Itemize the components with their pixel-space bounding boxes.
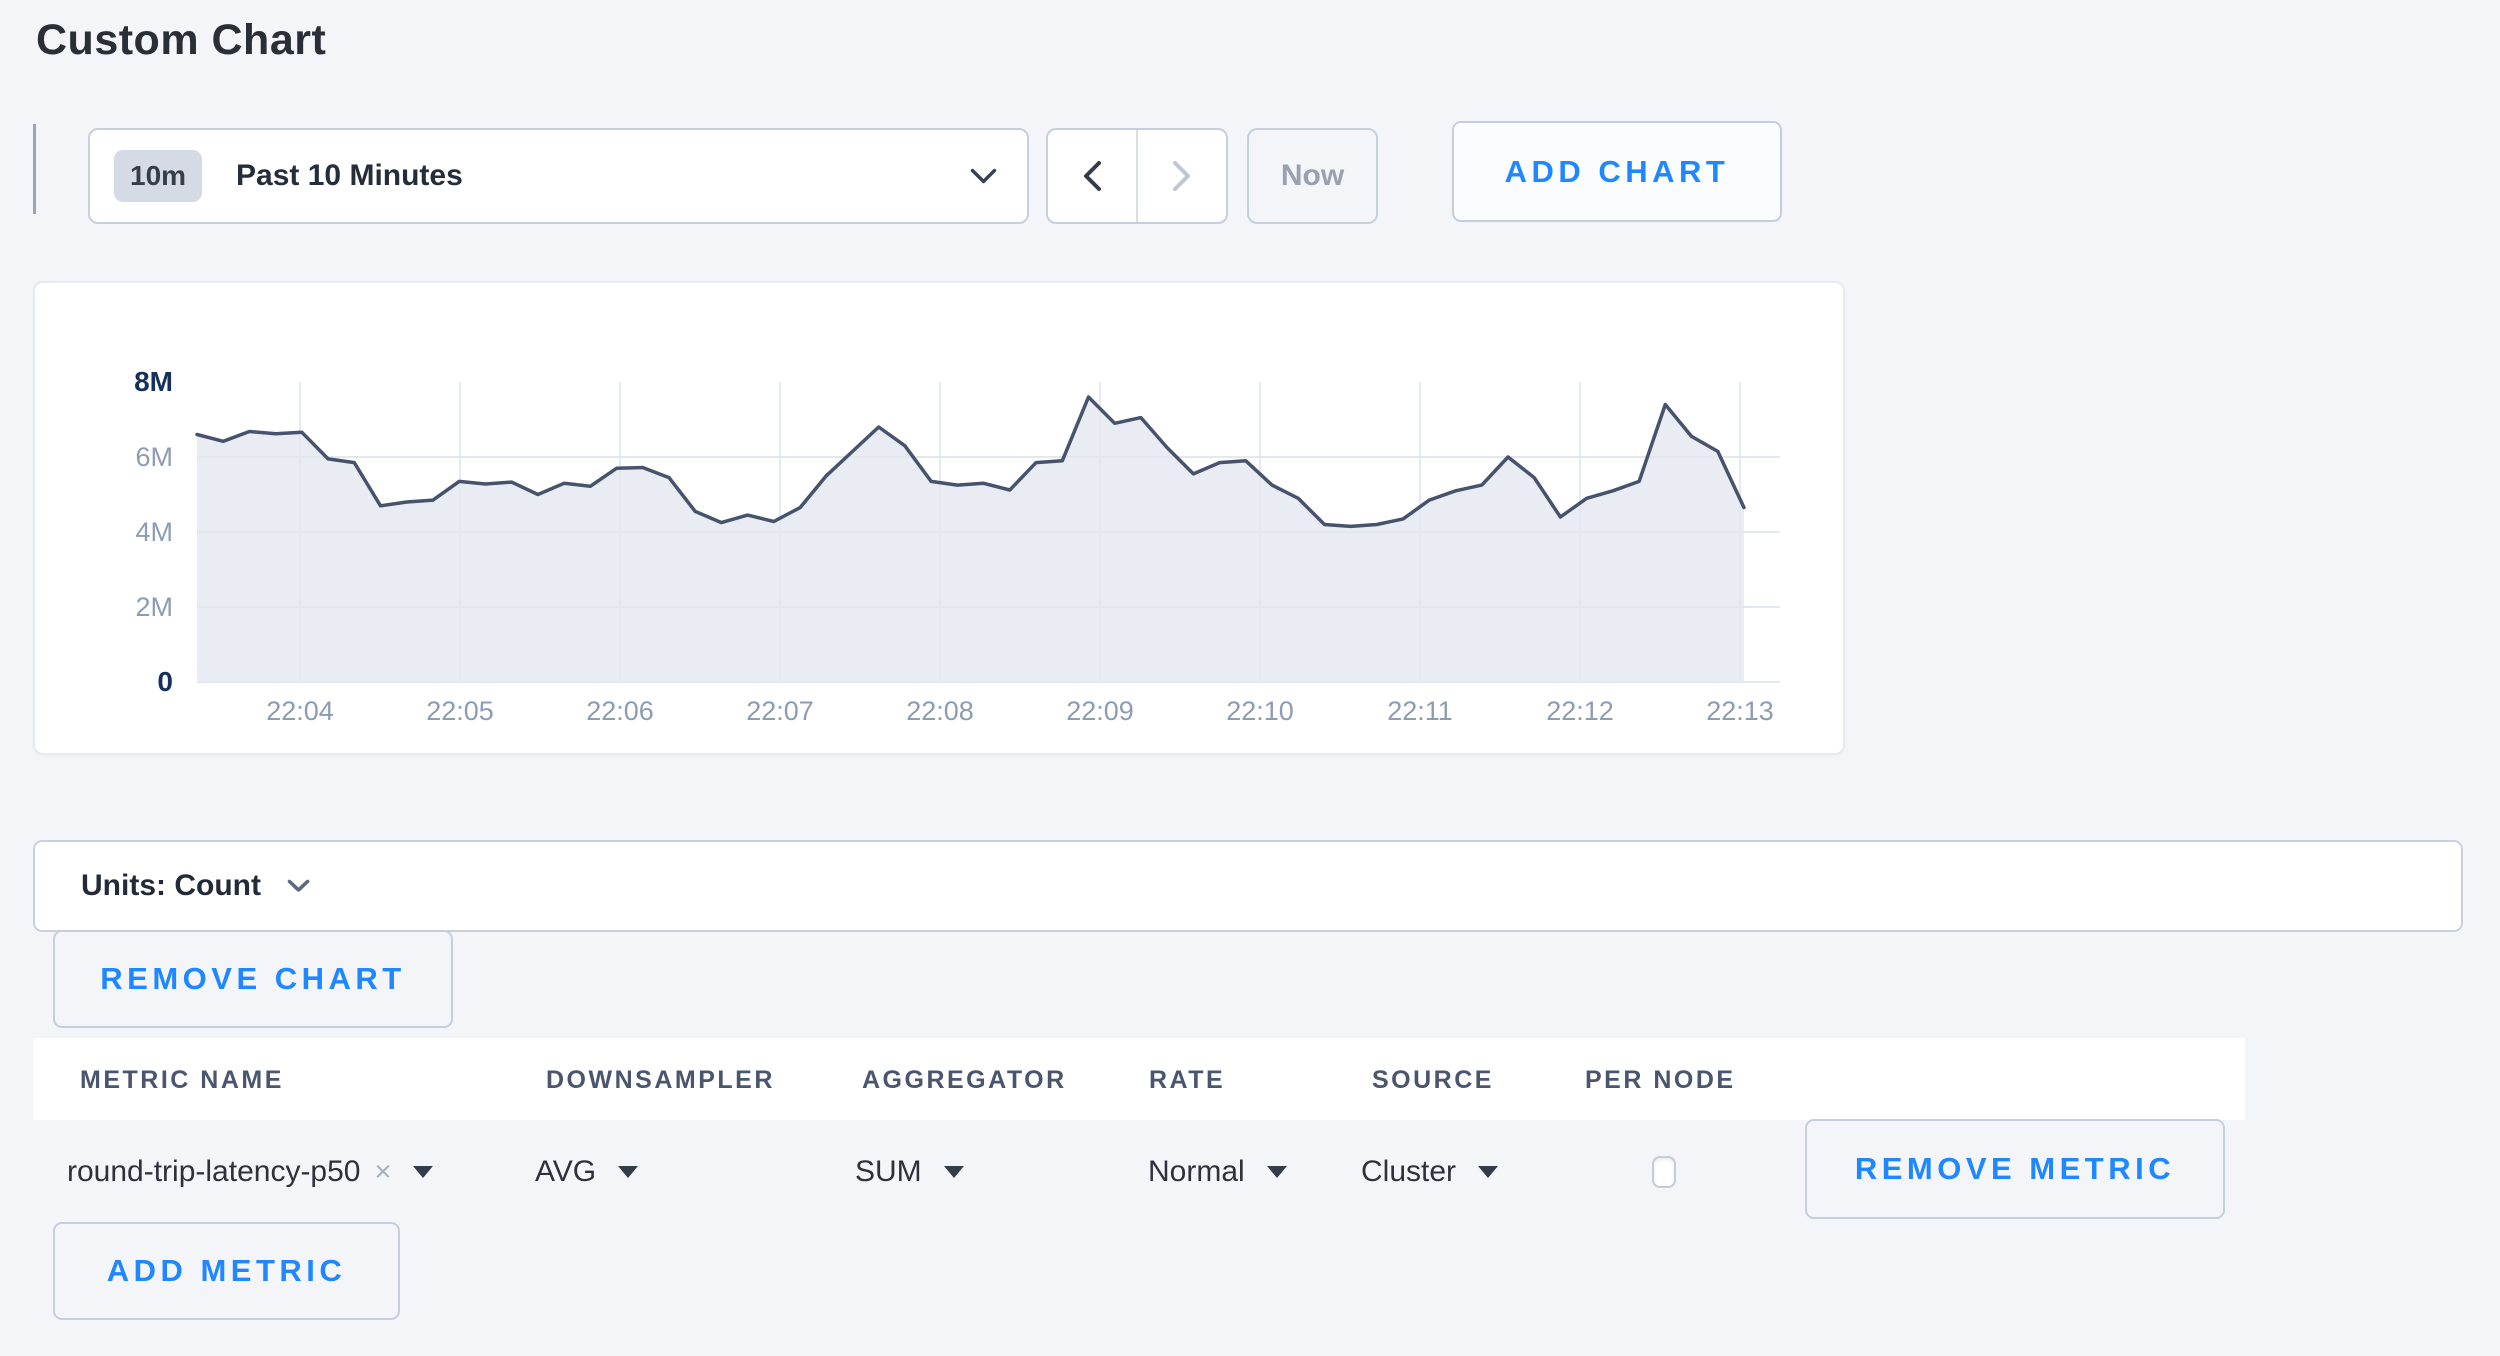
- y-axis-tick-label: 8M: [35, 365, 173, 399]
- column-header-aggregator: AGGREGATOR: [862, 1038, 1067, 1120]
- downsampler-value: AVG: [535, 1155, 596, 1189]
- y-axis-tick-label: 4M: [35, 515, 173, 549]
- column-header-metric-name: METRIC NAME: [80, 1038, 284, 1120]
- y-axis-tick-label: 0: [35, 665, 173, 699]
- chevron-left-icon: [1082, 160, 1102, 192]
- units-label: Units: Count: [81, 869, 261, 903]
- time-window-badge: 10m: [114, 150, 202, 202]
- y-axis-tick-label: 6M: [35, 440, 173, 474]
- rate-dropdown[interactable]: Normal: [1148, 1122, 1287, 1222]
- rate-value: Normal: [1148, 1155, 1245, 1189]
- time-range-dropdown[interactable]: 10m Past 10 Minutes: [88, 128, 1029, 224]
- column-header-rate: RATE: [1149, 1038, 1225, 1120]
- units-dropdown[interactable]: Units: Count: [33, 840, 2463, 932]
- x-axis-tick-label: 22:10: [1215, 696, 1305, 727]
- chevron-down-icon: [970, 168, 997, 185]
- timeseries-plot-area[interactable]: [197, 382, 1780, 682]
- chevron-right-icon: [1172, 160, 1192, 192]
- metrics-table-header: [33, 1038, 2245, 1120]
- x-axis-tick-label: 22:08: [895, 696, 985, 727]
- x-axis-tick-label: 22:07: [735, 696, 825, 727]
- y-axis-tick-label: 2M: [35, 590, 173, 624]
- remove-chart-button[interactable]: REMOVE CHART: [53, 930, 453, 1028]
- per-node-checkbox[interactable]: [1652, 1156, 1676, 1188]
- caret-down-icon: [1267, 1166, 1287, 1178]
- x-axis-tick-label: 22:06: [575, 696, 665, 727]
- x-axis-tick-label: 22:05: [415, 696, 505, 727]
- remove-tag-icon[interactable]: ×: [374, 1156, 391, 1189]
- x-axis-tick-label: 22:11: [1375, 696, 1465, 727]
- caret-down-icon: [618, 1166, 638, 1178]
- column-header-source: SOURCE: [1372, 1038, 1494, 1120]
- column-header-per-node: PER NODE: [1585, 1038, 1736, 1120]
- source-dropdown[interactable]: Cluster: [1361, 1122, 1498, 1222]
- x-axis-tick-label: 22:09: [1055, 696, 1145, 727]
- time-range-label: Past 10 Minutes: [236, 159, 970, 193]
- prev-time-button[interactable]: [1048, 130, 1138, 222]
- caret-down-icon: [944, 1166, 964, 1178]
- page-title: Custom Chart: [36, 16, 326, 65]
- downsampler-dropdown[interactable]: AVG: [535, 1122, 638, 1222]
- remove-metric-button[interactable]: REMOVE METRIC: [1805, 1119, 2225, 1219]
- toolbar-left-divider: [33, 124, 36, 214]
- add-metric-button[interactable]: ADD METRIC: [53, 1222, 400, 1320]
- aggregator-dropdown[interactable]: SUM: [855, 1122, 964, 1222]
- chevron-down-icon: [287, 879, 310, 893]
- now-button[interactable]: Now: [1247, 128, 1378, 224]
- caret-down-icon: [413, 1166, 433, 1178]
- metric-name-value: round-trip-latency-p50: [67, 1155, 360, 1189]
- time-pager: [1046, 128, 1228, 224]
- caret-down-icon: [1478, 1166, 1498, 1178]
- custom-chart-page: Custom Chart 10m Past 10 Minutes Now ADD…: [0, 0, 2500, 1356]
- column-header-downsampler: DOWNSAMPLER: [546, 1038, 775, 1120]
- x-axis-tick-label: 22:12: [1535, 696, 1625, 727]
- x-axis-tick-label: 22:13: [1695, 696, 1785, 727]
- aggregator-value: SUM: [855, 1155, 922, 1189]
- source-value: Cluster: [1361, 1155, 1456, 1189]
- next-time-button[interactable]: [1138, 130, 1226, 222]
- metric-name-dropdown[interactable]: round-trip-latency-p50 ×: [67, 1122, 433, 1222]
- chart-card: 8M 6M 4M 2M 0 22:04 22:05 22:06 22:07 22:08 22:09 2…: [33, 281, 1845, 755]
- add-chart-button[interactable]: ADD CHART: [1452, 121, 1782, 222]
- x-axis-tick-label: 22:04: [255, 696, 345, 727]
